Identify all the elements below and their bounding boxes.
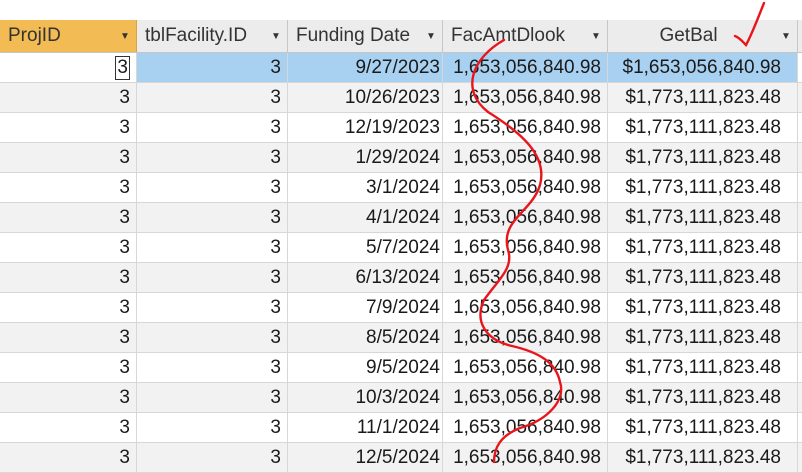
fac-amt-cell[interactable]: 1,653,056,840.98: [443, 233, 608, 262]
column-header-label: Funding Date: [296, 25, 411, 46]
facility-id-cell[interactable]: 3: [137, 113, 288, 142]
get-bal-cell[interactable]: $1,773,111,823.48: [608, 323, 798, 352]
get-bal-cell[interactable]: $1,773,111,823.48: [608, 353, 798, 382]
projid-cell[interactable]: 3: [0, 173, 137, 202]
column-header-label: tblFacility.ID: [145, 25, 248, 46]
funding-date-cell[interactable]: 4/1/2024: [288, 203, 443, 232]
projid-cell[interactable]: 3: [0, 83, 137, 112]
column-header-label: GetBal: [659, 25, 718, 46]
column-header-label: FacAmtDlook: [451, 25, 566, 46]
projid-cell[interactable]: 3: [0, 203, 137, 232]
fac-amt-cell[interactable]: 1,653,056,840.98: [443, 53, 608, 82]
get-bal-cell[interactable]: $1,773,111,823.48: [608, 113, 798, 142]
get-bal-cell[interactable]: $1,653,056,840.98: [608, 53, 798, 82]
facility-id-cell[interactable]: 3: [137, 233, 288, 262]
projid-cell[interactable]: 3: [0, 143, 137, 172]
funding-date-cell[interactable]: 3/1/2024: [288, 173, 443, 202]
dropdown-arrow-icon[interactable]: ▼: [114, 20, 136, 52]
column-header-label: ProjID: [8, 25, 61, 46]
facility-id-cell[interactable]: 3: [137, 413, 288, 442]
table-row[interactable]: 3 3 5/7/2024 1,653,056,840.98 $1,773,111,823…: [0, 233, 802, 263]
column-header-projid[interactable]: ProjID ▼: [0, 20, 137, 52]
table-row[interactable]: 3 3 7/9/2024 1,653,056,840.98 $1,773,111,823…: [0, 293, 802, 323]
get-bal-cell[interactable]: $1,773,111,823.48: [608, 263, 798, 292]
column-header-facamtdlook[interactable]: FacAmtDlook ▼: [443, 20, 608, 52]
dropdown-arrow-icon[interactable]: ▼: [775, 20, 797, 52]
projid-cell[interactable]: 3: [0, 233, 137, 262]
table-row[interactable]: 3 3 11/1/2024 1,653,056,840.98 $1,773,111,82…: [0, 413, 802, 443]
ribbon-edge: [0, 0, 802, 20]
fac-amt-cell[interactable]: 1,653,056,840.98: [443, 383, 608, 412]
fac-amt-cell[interactable]: 1,653,056,840.98: [443, 83, 608, 112]
dropdown-arrow-icon[interactable]: ▼: [585, 20, 607, 52]
column-header-row: ProjID ▼ tblFacility.ID ▼ Funding Date ▼…: [0, 20, 802, 53]
fac-amt-cell[interactable]: 1,653,056,840.98: [443, 203, 608, 232]
column-header-getbal[interactable]: GetBal ▼: [608, 20, 798, 52]
get-bal-cell[interactable]: $1,773,111,823.48: [608, 143, 798, 172]
column-header-facility-id[interactable]: tblFacility.ID ▼: [137, 20, 288, 52]
fac-amt-cell[interactable]: 1,653,056,840.98: [443, 293, 608, 322]
fac-amt-cell[interactable]: 1,653,056,840.98: [443, 173, 608, 202]
fac-amt-cell[interactable]: 1,653,056,840.98: [443, 263, 608, 292]
table-row[interactable]: 3 3 4/1/2024 1,653,056,840.98 $1,773,111,823…: [0, 203, 802, 233]
table-row[interactable]: 3 3 3/1/2024 1,653,056,840.98 $1,773,111,823…: [0, 173, 802, 203]
projid-cell[interactable]: 3: [0, 383, 137, 412]
funding-date-cell[interactable]: 5/7/2024: [288, 233, 443, 262]
funding-date-cell[interactable]: 7/9/2024: [288, 293, 443, 322]
funding-date-cell[interactable]: 9/27/2023: [288, 53, 443, 82]
fac-amt-cell[interactable]: 1,653,056,840.98: [443, 413, 608, 442]
funding-date-cell[interactable]: 11/1/2024: [288, 413, 443, 442]
active-cell-value[interactable]: 3: [115, 56, 130, 80]
table-row[interactable]: 3 3 9/5/2024 1,653,056,840.98 $1,773,111,823…: [0, 353, 802, 383]
column-header-funding-date[interactable]: Funding Date ▼: [288, 20, 443, 52]
facility-id-cell[interactable]: 3: [137, 383, 288, 412]
table-row[interactable]: 3 3 10/3/2024 1,653,056,840.98 $1,773,111,82…: [0, 383, 802, 413]
facility-id-cell[interactable]: 3: [137, 203, 288, 232]
facility-id-cell[interactable]: 3: [137, 83, 288, 112]
datasheet-rows: 3 3 9/27/2023 1,653,056,840.98 $1,653,056,84…: [0, 53, 802, 473]
projid-cell[interactable]: 3: [0, 413, 137, 442]
get-bal-cell[interactable]: $1,773,111,823.48: [608, 203, 798, 232]
funding-date-cell[interactable]: 6/13/2024: [288, 263, 443, 292]
fac-amt-cell[interactable]: 1,653,056,840.98: [443, 323, 608, 352]
facility-id-cell[interactable]: 3: [137, 173, 288, 202]
dropdown-arrow-icon[interactable]: ▼: [420, 20, 442, 52]
fac-amt-cell[interactable]: 1,653,056,840.98: [443, 353, 608, 382]
funding-date-cell[interactable]: 12/19/2023: [288, 113, 443, 142]
table-row[interactable]: 3 3 12/19/2023 1,653,056,840.98 $1,773,111,8…: [0, 113, 802, 143]
table-row[interactable]: 3 3 12/5/2024 1,653,056,840.98 $1,773,111,82…: [0, 443, 802, 473]
projid-cell[interactable]: 3: [0, 53, 137, 82]
table-row[interactable]: 3 3 8/5/2024 1,653,056,840.98 $1,773,111,823…: [0, 323, 802, 353]
facility-id-cell[interactable]: 3: [137, 323, 288, 352]
funding-date-cell[interactable]: 9/5/2024: [288, 353, 443, 382]
facility-id-cell[interactable]: 3: [137, 263, 288, 292]
get-bal-cell[interactable]: $1,773,111,823.48: [608, 413, 798, 442]
projid-cell[interactable]: 3: [0, 263, 137, 292]
table-row[interactable]: 3 3 1/29/2024 1,653,056,840.98 $1,773,111,82…: [0, 143, 802, 173]
dropdown-arrow-icon[interactable]: ▼: [265, 20, 287, 52]
table-row[interactable]: 3 3 6/13/2024 1,653,056,840.98 $1,773,111,82…: [0, 263, 802, 293]
get-bal-cell[interactable]: $1,773,111,823.48: [608, 383, 798, 412]
funding-date-cell[interactable]: 10/3/2024: [288, 383, 443, 412]
facility-id-cell[interactable]: 3: [137, 143, 288, 172]
get-bal-cell[interactable]: $1,773,111,823.48: [608, 83, 798, 112]
funding-date-cell[interactable]: 8/5/2024: [288, 323, 443, 352]
fac-amt-cell[interactable]: 1,653,056,840.98: [443, 143, 608, 172]
get-bal-cell[interactable]: $1,773,111,823.48: [608, 233, 798, 262]
facility-id-cell[interactable]: 3: [137, 293, 288, 322]
facility-id-cell[interactable]: 3: [137, 53, 288, 82]
funding-date-cell[interactable]: 10/26/2023: [288, 83, 443, 112]
fac-amt-cell[interactable]: 1,653,056,840.98: [443, 113, 608, 142]
get-bal-cell[interactable]: $1,773,111,823.48: [608, 173, 798, 202]
projid-cell[interactable]: 3: [0, 113, 137, 142]
projid-cell[interactable]: 3: [0, 353, 137, 382]
get-bal-cell[interactable]: $1,773,111,823.48: [608, 293, 798, 322]
projid-cell[interactable]: 3: [0, 323, 137, 352]
datasheet-view: ProjID ▼ tblFacility.ID ▼ Funding Date ▼…: [0, 0, 802, 473]
facility-id-cell[interactable]: 3: [137, 353, 288, 382]
projid-cell[interactable]: 3: [0, 293, 137, 322]
funding-date-cell[interactable]: 1/29/2024: [288, 143, 443, 172]
table-row[interactable]: 3 3 9/27/2023 1,653,056,840.98 $1,653,056,84…: [0, 53, 802, 83]
table-row[interactable]: 3 3 10/26/2023 1,653,056,840.98 $1,773,111,8…: [0, 83, 802, 113]
